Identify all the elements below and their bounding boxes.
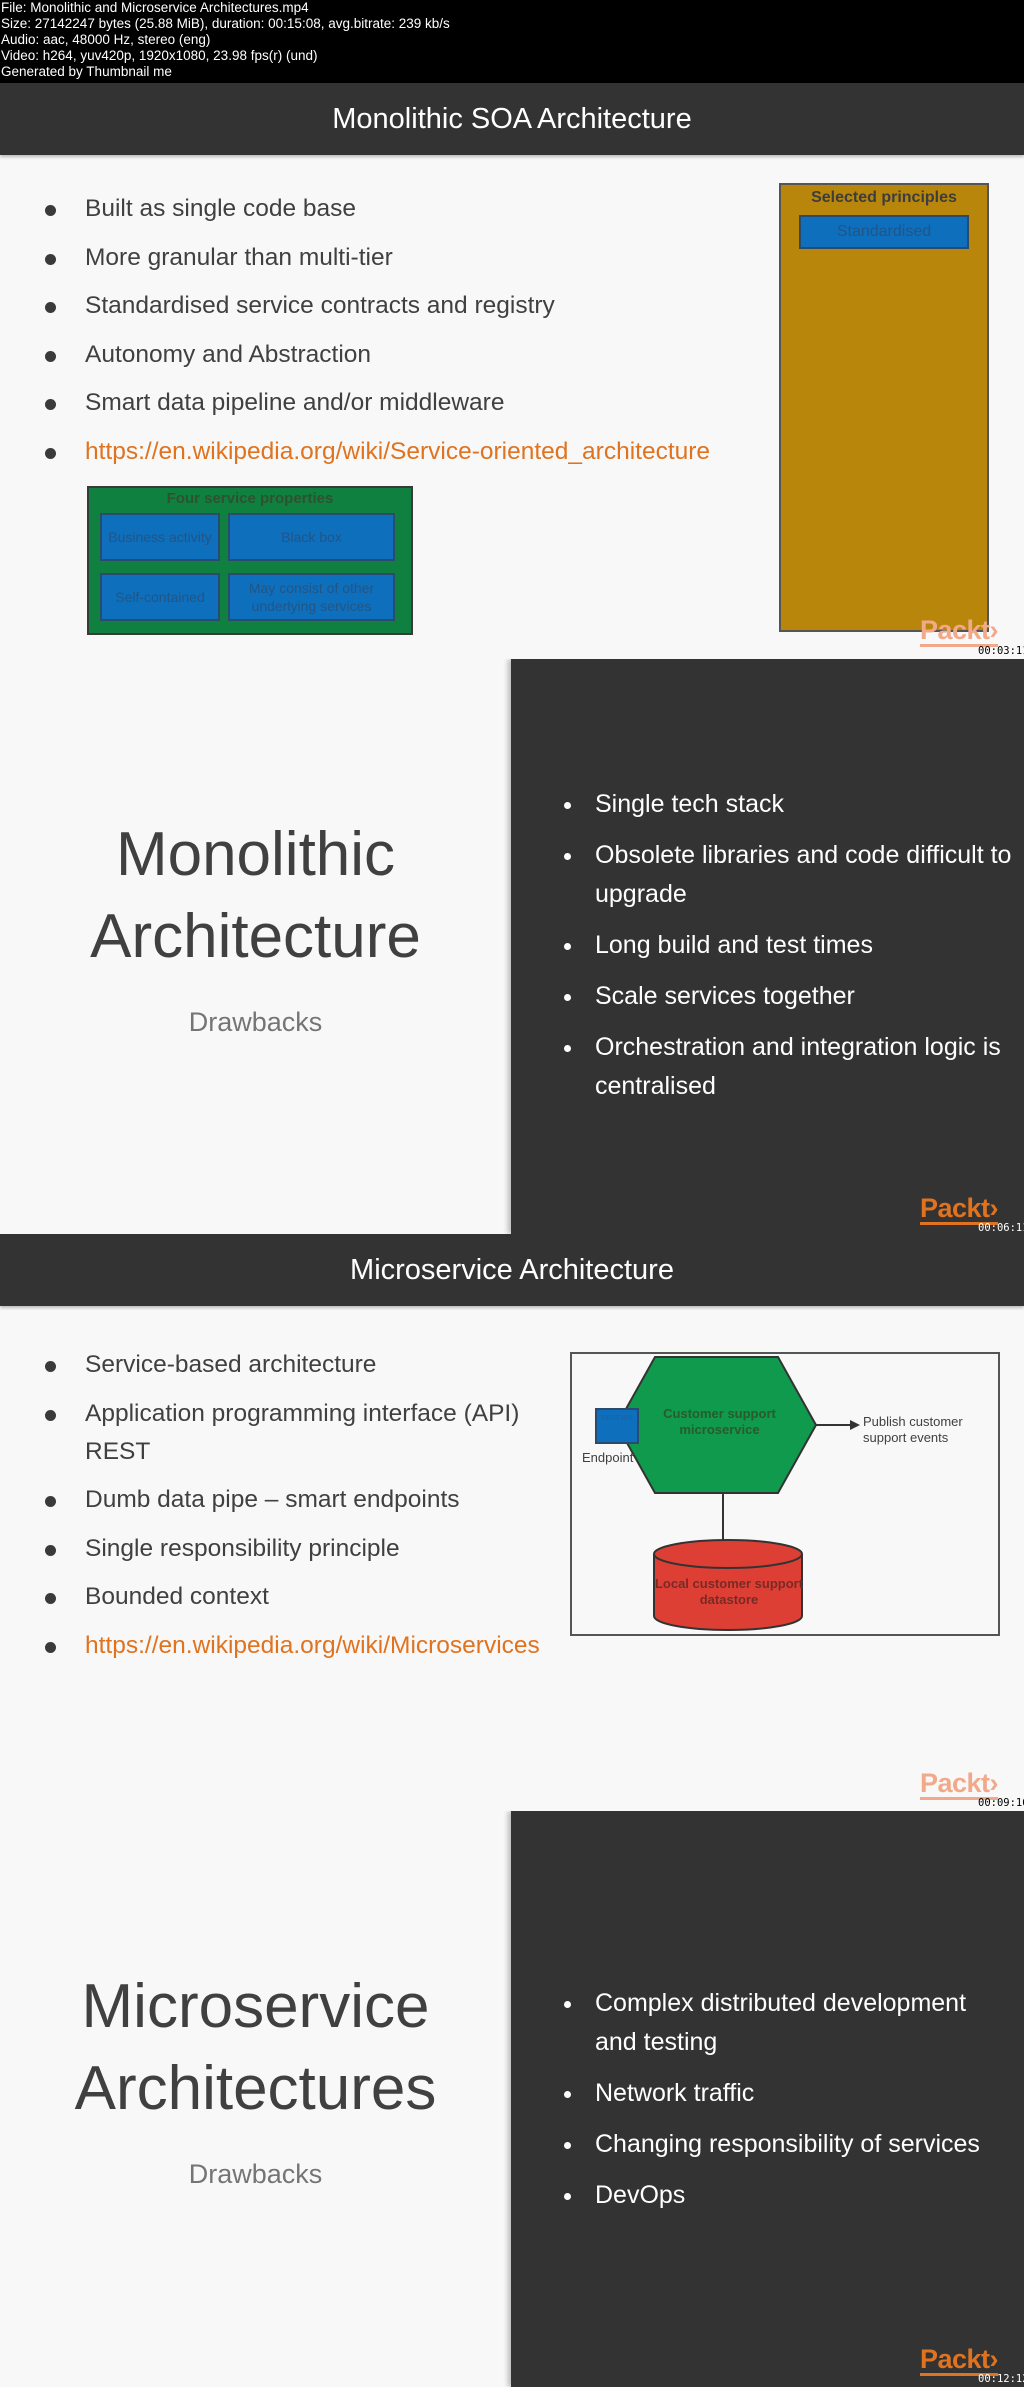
file-info-line: Audio: aac, 48000 Hz, stereo (eng)	[1, 32, 211, 47]
title-line: Architectures	[74, 2054, 437, 2123]
property-cell: Business activity	[100, 513, 220, 561]
thumbnail-frame-4: Microservice Architectures Drawbacks Com…	[0, 1811, 1024, 2387]
microservice-diagram: Customer support microservice REST API E…	[570, 1352, 1000, 1636]
slide-title: Microservice Architecture	[0, 1234, 1024, 1306]
principles-heading: Selected principles	[811, 189, 957, 206]
bullet-item: Smart data pipeline and/or middleware	[45, 384, 710, 422]
datastore-label: Local customer support datastore	[654, 1576, 804, 1607]
drawbacks-list: Single tech stack Obsolete libraries and…	[562, 785, 1012, 1118]
bullet-item: Complex distributed development and test…	[562, 1984, 1012, 2062]
rest-api-label: REST API	[601, 1415, 633, 1422]
principle-item: Standardised	[799, 215, 969, 249]
file-info-line: Video: h264, yuv420p, 1920x1080, 23.98 f…	[1, 48, 318, 63]
bullet-list: Service-based architecture Application p…	[45, 1346, 565, 1675]
wikipedia-link[interactable]: https://en.wikipedia.org/wiki/Microservi…	[45, 1627, 565, 1665]
bullet-item: Obsolete libraries and code difficult to…	[562, 836, 1012, 914]
bullet-item: Single responsibility principle	[45, 1530, 565, 1568]
service-properties-heading: Four service properties	[166, 490, 334, 507]
service-properties-box: Four service properties Business activit…	[87, 486, 413, 635]
bullet-item: Scale services together	[562, 977, 1012, 1016]
slide-title: Microservice Architectures	[0, 1966, 511, 2130]
title-line: Microservice	[81, 1972, 430, 2041]
thumbnail-frame-3: Microservice Architecture Service-based …	[0, 1234, 1024, 1811]
datastore-cylinder-top	[653, 1539, 803, 1569]
file-info-line: Generated by Thumbnail me	[1, 64, 172, 79]
frame-timestamp: 00:12:12	[978, 2373, 1024, 2385]
packt-logo: Packt›	[920, 615, 999, 647]
file-info-header: File: Monolithic and Microservice Archit…	[0, 0, 1024, 83]
bullet-item: DevOps	[562, 2176, 1012, 2215]
frame-timestamp: 00:03:11	[978, 645, 1024, 657]
bullet-item: More granular than multi-tier	[45, 239, 710, 277]
slide-title: Monolithic Architecture	[0, 814, 511, 978]
title-line: Architecture	[90, 902, 421, 971]
file-info-line: Size: 27142247 bytes (25.88 MiB), durati…	[1, 16, 450, 31]
frame-timestamp: 00:09:16	[978, 1797, 1024, 1809]
packt-logo: Packt›	[920, 1193, 999, 1225]
publish-events-label: Publish customer support events	[863, 1414, 963, 1445]
bullet-item: Built as single code base	[45, 190, 710, 228]
microservice-label: Customer support microservice	[663, 1406, 776, 1437]
bullet-item: Bounded context	[45, 1578, 565, 1616]
packt-logo: Packt›	[920, 2344, 999, 2376]
bullet-item: Standardised service contracts and regis…	[45, 287, 710, 325]
bullet-list: Built as single code base More granular …	[45, 190, 710, 481]
drawbacks-list: Complex distributed development and test…	[562, 1984, 1012, 2227]
arrow-head-icon	[850, 1420, 860, 1430]
selected-principles-box: Selected principles Standardised	[779, 183, 989, 632]
slide-subtitle: Drawbacks	[188, 2159, 323, 2189]
slide-subtitle: Drawbacks	[188, 1007, 323, 1037]
bullet-item: Application programming interface (API) …	[45, 1395, 565, 1471]
slide-title: Monolithic SOA Architecture	[0, 83, 1024, 155]
bullet-item: Dumb data pipe – smart endpoints	[45, 1481, 565, 1519]
endpoint-label: Endpoint	[582, 1450, 634, 1465]
property-cell: Self-contained	[100, 573, 220, 621]
bullet-item: Single tech stack	[562, 785, 1012, 824]
bullet-item: Service-based architecture	[45, 1346, 565, 1384]
thumbnail-frame-1: Monolithic SOA Architecture Built as sin…	[0, 83, 1024, 659]
bullet-item: Autonomy and Abstraction	[45, 336, 710, 374]
bullet-item: Orchestration and integration logic is c…	[562, 1028, 1012, 1106]
bullet-item: Changing responsibility of services	[562, 2125, 1012, 2164]
title-line: Monolithic	[115, 820, 396, 889]
bullet-item: Network traffic	[562, 2074, 1012, 2113]
property-cell: Black box	[228, 513, 395, 561]
bullet-item: Long build and test times	[562, 926, 1012, 965]
packt-logo: Packt›	[920, 1768, 999, 1800]
file-info-line: File: Monolithic and Microservice Archit…	[1, 0, 309, 15]
property-cell: May consist of other underlying services	[228, 573, 395, 621]
frame-timestamp: 00:06:11	[978, 1222, 1024, 1234]
thumbnail-frame-2: Monolithic Architecture Drawbacks Single…	[0, 659, 1024, 1234]
wikipedia-link[interactable]: https://en.wikipedia.org/wiki/Service-or…	[45, 433, 710, 471]
